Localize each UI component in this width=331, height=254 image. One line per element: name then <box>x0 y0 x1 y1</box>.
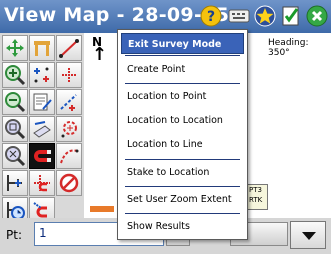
pan-tool-icon[interactable] <box>2 35 28 61</box>
measure-tool-icon[interactable] <box>29 35 55 61</box>
menu-separator <box>125 213 240 214</box>
menu-separator <box>125 186 240 187</box>
edit-notes-icon[interactable] <box>29 89 55 115</box>
north-arrow-icon: ↑ <box>92 44 108 65</box>
zoom-extents-icon[interactable] <box>2 143 28 169</box>
point-grid-icon[interactable] <box>2 170 28 196</box>
menu-item-set-user-zoom-extent[interactable]: Set User Zoom Extent <box>121 189 244 210</box>
magnet-point-icon[interactable] <box>29 170 55 196</box>
scale-bar <box>90 206 114 212</box>
menu-item-label: Exit Survey Mode <box>128 39 222 50</box>
menu-item-label: Stake to Location <box>127 167 210 178</box>
menu-item-label: Location to Location <box>127 115 223 126</box>
heading-readout: Heading: 350° <box>268 38 309 58</box>
circle-point-icon[interactable] <box>56 116 82 142</box>
select-area-icon[interactable] <box>29 116 55 142</box>
menu-separator <box>125 83 240 84</box>
offset-line-icon[interactable] <box>56 89 82 115</box>
magnet-snap-icon[interactable] <box>29 143 55 169</box>
menu-item-label: Location to Line <box>127 139 203 150</box>
menu-item-exit-survey-mode[interactable]: Exit Survey Mode <box>121 33 244 54</box>
menu-item-label: Show Results <box>127 221 190 232</box>
menu-item-create-point[interactable]: Create Point <box>121 59 244 80</box>
chevron-down-icon <box>302 232 316 240</box>
status-line-1: PT3 <box>249 186 262 194</box>
menu-item-label: Create Point <box>127 64 186 75</box>
point-label: Pt: <box>6 228 22 242</box>
checklist-icon[interactable] <box>280 5 302 27</box>
dropdown-button[interactable] <box>290 221 326 249</box>
status-box: PT3 RTK <box>247 184 268 210</box>
menu-item-location-to-location[interactable]: Location to Location <box>121 110 244 131</box>
context-menu: Exit Survey Mode Create Point Location t… <box>117 29 248 240</box>
keyboard-icon[interactable] <box>228 5 250 27</box>
menu-item-label: Location to Point <box>127 91 207 102</box>
zoom-in-icon[interactable] <box>2 62 28 88</box>
menu-item-location-to-line[interactable]: Location to Line <box>121 134 244 155</box>
favorites-star-icon[interactable] <box>254 5 276 27</box>
line-tool-icon[interactable] <box>56 35 82 61</box>
menu-item-location-to-point[interactable]: Location to Point <box>121 86 244 107</box>
help-icon[interactable]: ? <box>200 5 222 27</box>
map-tool-palette <box>0 33 84 223</box>
zoom-window-icon[interactable] <box>2 116 28 142</box>
points-tool-icon[interactable] <box>29 62 55 88</box>
menu-item-label: Set User Zoom Extent <box>127 194 232 205</box>
close-icon[interactable] <box>306 5 328 27</box>
svg-text:?: ? <box>207 9 215 25</box>
add-point-icon[interactable] <box>56 62 82 88</box>
menu-item-stake-to-location[interactable]: Stake to Location <box>121 162 244 183</box>
no-entry-icon[interactable] <box>56 170 82 196</box>
menu-separator <box>125 55 240 56</box>
window-title: View Map - 28-09-15 <box>4 4 230 26</box>
menu-item-show-results[interactable]: Show Results <box>121 216 244 237</box>
status-line-2: RTK <box>249 196 263 204</box>
zoom-out-icon[interactable] <box>2 89 28 115</box>
arc-tool-icon[interactable] <box>56 143 82 169</box>
menu-separator <box>125 159 240 160</box>
